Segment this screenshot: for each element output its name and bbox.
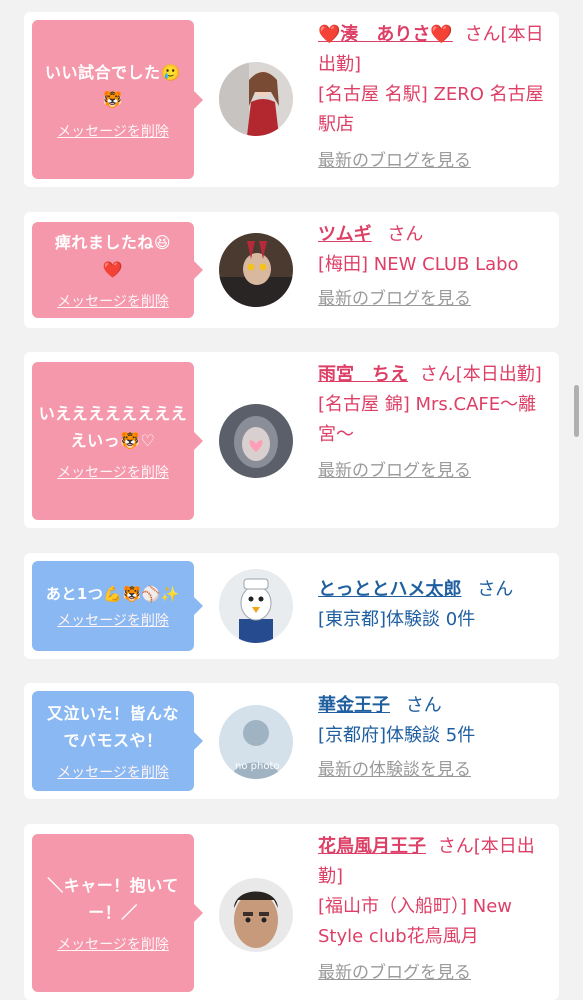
- profile-suffix: さん: [477, 579, 514, 600]
- message-text: 痺れましたね😆❤️: [54, 233, 172, 279]
- message-bubble: いえええええええええいっ🐯♡ メッセージを削除: [32, 362, 203, 520]
- avatar-photo: [219, 878, 293, 952]
- no-photo-placeholder: no photo: [219, 705, 293, 779]
- avatar[interactable]: [219, 404, 293, 478]
- view-latest-link[interactable]: 最新のブログを見る: [318, 456, 550, 486]
- message-bubble: いい試合でした🥲🐯 メッセージを削除: [32, 20, 203, 179]
- profile-info: 雨宮 ちえ さん[本日出勤] [名古屋 錦] Mrs.CAFE〜離宮〜 最新のブ…: [318, 360, 550, 486]
- view-latest-link[interactable]: 最新のブログを見る: [318, 958, 550, 988]
- profile-info: とっととハメ太郎 さん [東京都]体験談 0件: [318, 575, 550, 635]
- message-text: ＼キャー！抱いてー！／: [47, 876, 179, 922]
- shop-name: [福山市（入船町）] New Style club花鳥風月: [318, 896, 513, 947]
- message-text: いい試合でした🥲🐯: [45, 62, 181, 109]
- shop-name: [名古屋 錦] Mrs.CAFE〜離宮〜: [318, 394, 537, 445]
- message-card: いい試合でした🥲🐯 メッセージを削除 ❤️湊 ありさ❤️ さん[本日出勤] [名…: [24, 12, 559, 187]
- avatar-photo: [219, 569, 293, 643]
- message-text: いえええええええええいっ🐯♡: [38, 404, 188, 450]
- message-card: 痺れましたね😆❤️ メッセージを削除 ツムギ さん [梅田] NEW CLUB …: [24, 212, 559, 328]
- profile-suffix: さん[本日出勤]: [419, 364, 542, 385]
- avatar[interactable]: [219, 62, 293, 136]
- delete-message-link[interactable]: メッセージを削除: [57, 121, 169, 141]
- profile-info: ツムギ さん [梅田] NEW CLUB Labo 最新のブログを見る: [318, 220, 550, 314]
- delete-message-link[interactable]: メッセージを削除: [57, 291, 169, 311]
- shop-name: [東京都]体験談 0件: [318, 609, 476, 630]
- top-divider: [0, 0, 583, 12]
- profile-info: 華金王子 さん [京都府]体験談 5件 最新の体験談を見る: [318, 691, 550, 785]
- message-card: いえええええええええいっ🐯♡ メッセージを削除 雨宮 ちえ さん[本日出勤] […: [24, 352, 559, 528]
- avatar[interactable]: [219, 569, 293, 643]
- message-text: あと1つ💪🐯⚾✨: [45, 585, 181, 603]
- message-card: あと1つ💪🐯⚾✨ メッセージを削除 とっととハメ太郎 さん [東京都]体験談 0…: [24, 553, 559, 659]
- delete-message-link[interactable]: メッセージを削除: [57, 462, 169, 482]
- avatar[interactable]: [219, 233, 293, 307]
- shop-name: [梅田] NEW CLUB Labo: [318, 254, 519, 275]
- profile-suffix: さん: [387, 224, 424, 245]
- profile-name-link[interactable]: とっととハメ太郎: [318, 579, 461, 600]
- profile-info: ❤️湊 ありさ❤️ さん[本日出勤] [名古屋 名駅] ZERO 名古屋駅店 最…: [318, 20, 550, 176]
- message-card: ＼キャー！抱いてー！／ メッセージを削除 花鳥風月王子 さん[本日出勤] [福山…: [24, 824, 559, 1000]
- message-bubble: 又泣いた！皆んなでバモスや！ メッセージを削除: [32, 691, 203, 791]
- profile-name-link[interactable]: 雨宮 ちえ: [318, 364, 408, 385]
- view-latest-link[interactable]: 最新のブログを見る: [318, 146, 550, 176]
- avatar[interactable]: no photo: [219, 705, 293, 779]
- avatar-photo: [219, 62, 293, 136]
- profile-name-link[interactable]: 華金王子: [318, 695, 390, 716]
- shop-name: [名古屋 名駅] ZERO 名古屋駅店: [318, 84, 544, 135]
- message-bubble: 痺れましたね😆❤️ メッセージを削除: [32, 222, 203, 318]
- profile-suffix: さん: [405, 695, 442, 716]
- view-latest-link[interactable]: 最新のブログを見る: [318, 284, 550, 314]
- avatar-photo: [219, 404, 293, 478]
- profile-name-link[interactable]: 花鳥風月王子: [318, 836, 426, 857]
- profile-name-link[interactable]: ❤️湊 ありさ❤️: [318, 24, 453, 45]
- view-latest-link[interactable]: 最新の体験談を見る: [318, 755, 550, 785]
- message-bubble: ＼キャー！抱いてー！／ メッセージを削除: [32, 834, 203, 992]
- delete-message-link[interactable]: メッセージを削除: [57, 610, 169, 630]
- delete-message-link[interactable]: メッセージを削除: [57, 762, 169, 782]
- message-bubble: あと1つ💪🐯⚾✨ メッセージを削除: [32, 561, 203, 651]
- delete-message-link[interactable]: メッセージを削除: [57, 934, 169, 954]
- scrollbar[interactable]: [574, 385, 579, 437]
- message-text: 又泣いた！皆んなでバモスや！: [46, 704, 179, 750]
- message-card: 又泣いた！皆んなでバモスや！ メッセージを削除 no photo 華金王子 さん…: [24, 683, 559, 799]
- shop-name: [京都府]体験談 5件: [318, 725, 476, 746]
- avatar[interactable]: [219, 878, 293, 952]
- profile-name-link[interactable]: ツムギ: [318, 224, 372, 245]
- avatar-photo: [219, 233, 293, 307]
- no-photo-label: no photo: [235, 761, 279, 772]
- profile-info: 花鳥風月王子 さん[本日出勤] [福山市（入船町）] New Style clu…: [318, 832, 550, 988]
